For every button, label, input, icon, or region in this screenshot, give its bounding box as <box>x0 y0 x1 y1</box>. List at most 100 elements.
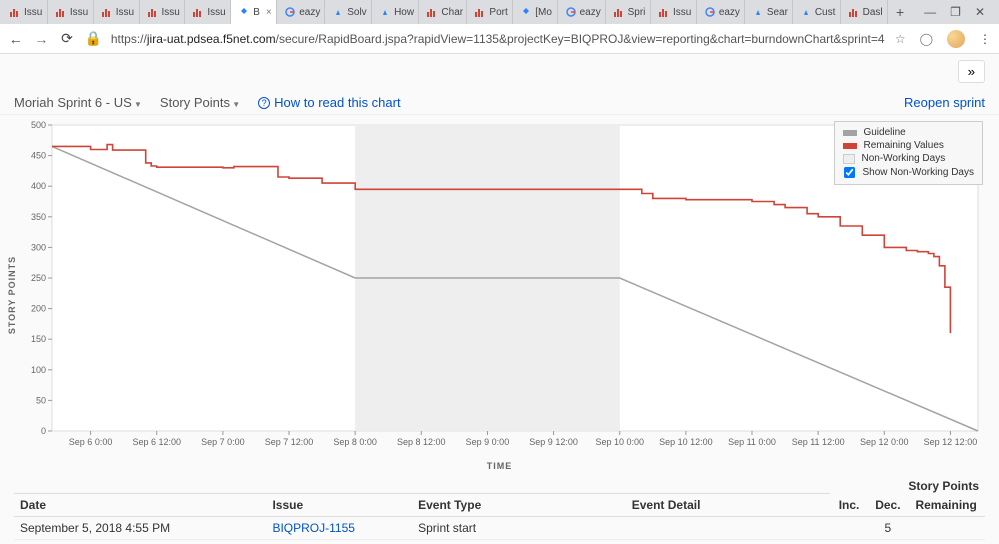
browser-tab[interactable]: [Mo <box>513 0 557 24</box>
browser-tab[interactable]: Cust <box>793 0 841 24</box>
window-close-icon[interactable]: ✕ <box>975 5 985 19</box>
browser-tab[interactable]: Solv <box>325 0 372 24</box>
sidebar-toggle-button[interactable]: » <box>958 60 985 83</box>
bookmark-star-icon[interactable]: ☆ <box>895 32 906 46</box>
browser-tab[interactable]: eazy <box>277 0 325 24</box>
legend-item-guideline: Guideline <box>843 126 974 139</box>
cell-rem <box>907 517 985 540</box>
x-axis-title: TIME <box>14 461 985 471</box>
tab-label: Solv <box>347 7 366 18</box>
tab-label: Dasl <box>863 7 883 18</box>
tab-label: Issu <box>116 7 134 18</box>
profile-avatar[interactable] <box>947 30 965 48</box>
help-icon: ? <box>258 97 270 109</box>
extension-icon[interactable]: ◯ <box>920 32 933 46</box>
page-content: » Moriah Sprint 6 - US Story Points ? Ho… <box>0 54 999 544</box>
tab-label: Issu <box>673 7 691 18</box>
col-event-type: Event Type <box>412 494 626 517</box>
show-nonworking-checkbox[interactable] <box>844 167 855 178</box>
browser-tab[interactable]: Issu <box>651 0 697 24</box>
legend-item-remaining: Remaining Values <box>843 139 974 152</box>
sprint-selector[interactable]: Moriah Sprint 6 - US <box>14 95 142 110</box>
estimate-selector[interactable]: Story Points <box>160 95 240 110</box>
col-inc: Inc. <box>830 494 869 517</box>
tab-label: Issu <box>70 7 88 18</box>
legend-swatch-remaining <box>843 143 857 149</box>
svg-text:100: 100 <box>31 365 46 375</box>
cell-dec: 5 <box>868 517 907 540</box>
cell-issue[interactable]: BIQPROJ-1155 <box>266 517 412 540</box>
browser-tab[interactable]: How <box>372 0 419 24</box>
window-restore-icon[interactable]: ❐ <box>950 5 961 19</box>
svg-text:Sep 10 12:00: Sep 10 12:00 <box>659 437 713 447</box>
tab-label: eazy <box>719 7 740 18</box>
browser-tab[interactable]: B× <box>231 0 277 24</box>
tab-label: Issu <box>162 7 180 18</box>
back-button[interactable]: ← <box>8 31 24 47</box>
cell-event-detail <box>626 517 830 540</box>
svg-text:Sep 7 0:00: Sep 7 0:00 <box>201 437 245 447</box>
tab-label: Issu <box>24 7 42 18</box>
how-to-read-label: How to read this chart <box>274 95 400 110</box>
svg-text:Sep 11 12:00: Sep 11 12:00 <box>792 437 845 447</box>
chart-legend: Guideline Remaining Values Non-Working D… <box>834 121 983 185</box>
svg-text:Sep 8 12:00: Sep 8 12:00 <box>397 437 446 447</box>
col-rem: Remaining <box>907 494 985 517</box>
svg-text:Sep 9 12:00: Sep 9 12:00 <box>529 437 578 447</box>
y-axis-title: STORY POINTS <box>7 256 17 334</box>
svg-text:500: 500 <box>31 120 46 130</box>
browser-tab[interactable]: Sear <box>745 0 793 24</box>
svg-text:0: 0 <box>41 426 46 436</box>
svg-text:Sep 12 0:00: Sep 12 0:00 <box>860 437 909 447</box>
browser-tab[interactable]: eazy <box>558 0 606 24</box>
table-row: September 5, 2018 4:55 PMBIQPROJ-1155Spr… <box>14 517 985 540</box>
svg-text:Sep 12 12:00: Sep 12 12:00 <box>924 437 978 447</box>
url-path: /secure/RapidBoard.jspa?rapidView=1135&p… <box>276 32 885 46</box>
reopen-sprint-link[interactable]: Reopen sprint <box>904 95 985 110</box>
window-minimize-icon[interactable]: — <box>924 5 936 19</box>
story-points-header: Story Points <box>14 477 985 493</box>
burndown-chart: STORY POINTS Guideline Remaining Values … <box>14 119 985 471</box>
browser-chrome: IssuIssuIssuIssuIssuB×eazySolvHowCharPor… <box>0 0 999 54</box>
svg-text:Sep 8 0:00: Sep 8 0:00 <box>333 437 377 447</box>
browser-tab[interactable]: Issu <box>185 0 231 24</box>
browser-tab[interactable]: Char <box>419 0 467 24</box>
cell-event-type: Sprint start <box>412 517 626 540</box>
svg-text:300: 300 <box>31 242 46 252</box>
forward-button[interactable]: → <box>34 31 50 47</box>
browser-tab[interactable]: Port <box>467 0 513 24</box>
tab-label: Issu <box>207 7 225 18</box>
url-domain: jira-uat.pdsea.f5net.com <box>147 32 276 46</box>
browser-tab[interactable]: Dasl <box>841 0 888 24</box>
sprint-events-table: Story Points Date Issue Event Type Event… <box>0 477 999 544</box>
legend-swatch-nonworking <box>843 154 855 164</box>
browser-tab[interactable]: Issu <box>140 0 186 24</box>
how-to-read-link[interactable]: ? How to read this chart <box>258 95 400 110</box>
legend-swatch-guideline <box>843 130 857 136</box>
tab-label: eazy <box>299 7 320 18</box>
tab-close-icon[interactable]: × <box>266 7 272 18</box>
svg-text:450: 450 <box>31 151 46 161</box>
new-tab-button[interactable]: + <box>888 4 912 20</box>
browser-tab[interactable]: Issu <box>94 0 140 24</box>
legend-item-show-nonworking[interactable]: Show Non-Working Days <box>843 165 974 180</box>
tab-label: B <box>253 7 260 18</box>
browser-tab[interactable]: Issu <box>2 0 48 24</box>
col-issue: Issue <box>266 494 412 517</box>
svg-text:250: 250 <box>31 273 46 283</box>
legend-item-nonworking: Non-Working Days <box>843 152 974 165</box>
lock-icon: 🔒 <box>85 30 101 47</box>
tab-label: Cust <box>815 7 836 18</box>
svg-text:200: 200 <box>31 304 46 314</box>
browser-tab[interactable]: Spri <box>606 0 651 24</box>
svg-text:400: 400 <box>31 181 46 191</box>
browser-tab[interactable]: Issu <box>48 0 94 24</box>
url-display[interactable]: https://jira-uat.pdsea.f5net.com/secure/… <box>111 32 885 46</box>
col-date: Date <box>14 494 266 517</box>
browser-tab[interactable]: eazy <box>697 0 745 24</box>
browser-menu-icon[interactable]: ⋮ <box>979 32 991 46</box>
svg-text:Sep 7 12:00: Sep 7 12:00 <box>265 437 314 447</box>
tab-label: Port <box>489 7 507 18</box>
reload-button[interactable]: ⟳ <box>59 30 75 47</box>
url-proto: https:// <box>111 32 147 46</box>
